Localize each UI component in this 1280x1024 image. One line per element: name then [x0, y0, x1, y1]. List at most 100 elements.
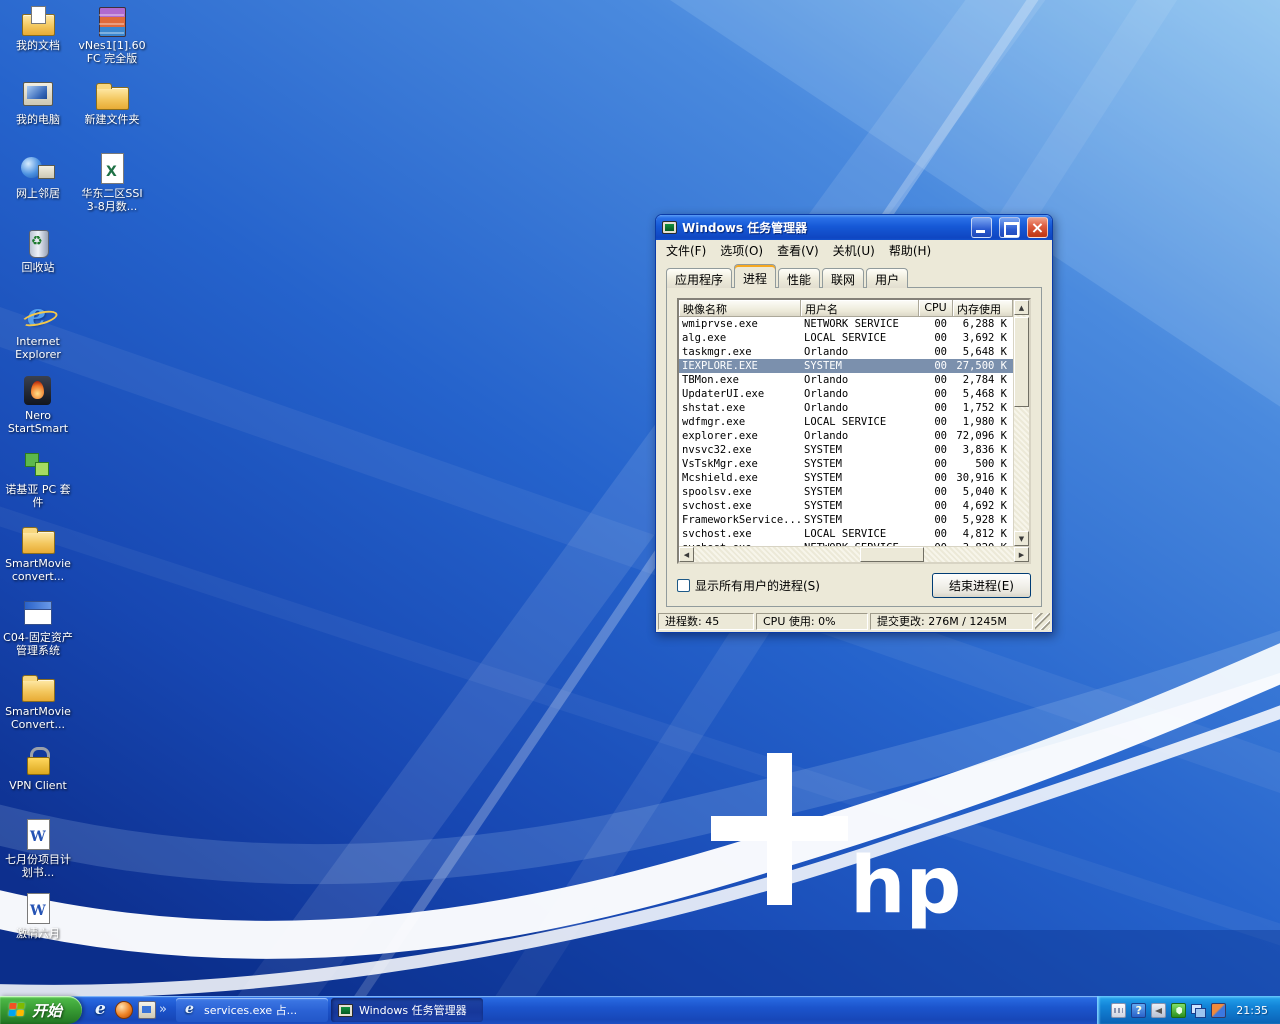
process-row[interactable]: svchost.exeLOCAL SERVICE004,812 K	[679, 527, 1013, 541]
desktop-icon[interactable]: Internet Explorer	[2, 300, 74, 374]
antivirus-icon[interactable]	[1171, 1003, 1186, 1018]
desktop-icon-label: 我的电脑	[2, 114, 74, 127]
processes-tab-page: 映像名称用户名CPU内存使用 wmiprvse.exeNETWORK SERVI…	[666, 287, 1042, 607]
desktop-icon-label: 回收站	[2, 262, 74, 275]
process-row[interactable]: Mcshield.exeSYSTEM0030,916 K	[679, 471, 1013, 485]
desktop-icon[interactable]: 我的文档	[2, 4, 74, 78]
network-tray-icon[interactable]	[1191, 1003, 1206, 1018]
process-user: LOCAL SERVICE	[801, 415, 919, 429]
desktop-icon[interactable]: 华东二区SSI 3-8月数...	[76, 152, 148, 226]
menu-item[interactable]: 关机(U)	[826, 240, 882, 261]
clock[interactable]: 21:35	[1236, 1004, 1268, 1017]
process-cpu: 00	[919, 471, 953, 485]
checkbox[interactable]	[677, 579, 690, 592]
process-row[interactable]: UpdaterUI.exeOrlando005,468 K	[679, 387, 1013, 401]
process-row[interactable]: wdfmgr.exeLOCAL SERVICE001,980 K	[679, 415, 1013, 429]
minimize-button[interactable]	[971, 217, 992, 238]
taskbar-window-button[interactable]: Windows 任务管理器	[331, 998, 483, 1022]
tab-item[interactable]: 用户	[866, 268, 908, 288]
process-user: Orlando	[801, 387, 919, 401]
desktop-icon[interactable]: SmartMovie Convert...	[2, 670, 74, 744]
tab-item[interactable]: 进程	[734, 264, 776, 288]
scrollbar-thumb[interactable]	[1014, 317, 1029, 407]
end-process-button[interactable]: 结束进程(E)	[932, 573, 1031, 598]
desktop-icon-label: Nero StartSmart	[2, 410, 74, 436]
scroll-right-button[interactable]: ▶	[1014, 547, 1029, 562]
column-header[interactable]: 映像名称	[679, 300, 801, 317]
taskbar-window-buttons: services.exe 占...Windows 任务管理器	[172, 996, 1093, 1024]
process-row[interactable]: explorer.exeOrlando0072,096 K	[679, 429, 1013, 443]
menu-item[interactable]: 文件(F)	[659, 240, 713, 261]
column-header[interactable]: 用户名	[801, 300, 919, 317]
scrollbar-track[interactable]	[1014, 315, 1029, 531]
desktop-icon[interactable]: 网上邻居	[2, 152, 74, 226]
scrollbar-thumb[interactable]	[860, 547, 924, 562]
process-mem: 1,980 K	[953, 415, 1013, 429]
quick-launch-chevron-icon[interactable]: »	[159, 1002, 172, 1019]
start-button[interactable]: 开始	[0, 996, 82, 1024]
scrollbar-track[interactable]	[694, 547, 1014, 562]
desktop-icon[interactable]: C04-固定资产管理系统	[2, 596, 74, 670]
menu-item[interactable]: 帮助(H)	[882, 240, 938, 261]
task-manager-titlebar[interactable]: Windows 任务管理器	[656, 215, 1052, 240]
desktop-icon[interactable]: 新建文件夹	[76, 78, 148, 152]
process-row[interactable]: taskmgr.exeOrlando005,648 K	[679, 345, 1013, 359]
maximize-button[interactable]	[999, 217, 1020, 238]
process-cpu: 00	[919, 331, 953, 345]
process-name: wdfmgr.exe	[679, 415, 801, 429]
column-header[interactable]: CPU	[919, 300, 953, 317]
process-row[interactable]: IEXPLORE.EXESYSTEM0027,500 K	[679, 359, 1013, 373]
show-all-processes-checkbox[interactable]: 显示所有用户的进程(S)	[677, 577, 820, 594]
taskbar: 开始 » services.exe 占...Windows 任务管理器 21:3…	[0, 996, 1280, 1024]
display-settings-icon[interactable]	[1211, 1003, 1226, 1018]
process-user: NETWORK SERVICE	[801, 317, 919, 331]
keyboard-icon[interactable]	[1111, 1003, 1126, 1018]
media-player-icon[interactable]	[115, 1001, 133, 1019]
desktop-icon[interactable]: Nero StartSmart	[2, 374, 74, 448]
process-row[interactable]: VsTskMgr.exeSYSTEM00500 K	[679, 457, 1013, 471]
desktop-icon[interactable]: VPN Client	[2, 744, 74, 818]
volume-icon[interactable]	[1151, 1003, 1166, 1018]
show-desktop-icon[interactable]	[138, 1001, 156, 1019]
desktop-icon[interactable]: vNes1[1].60 FC 完全版	[76, 4, 148, 78]
taskbar-window-button[interactable]: services.exe 占...	[176, 998, 328, 1022]
desktop-icon[interactable]: 七月份项目计划书...	[2, 818, 74, 892]
process-name: UpdaterUI.exe	[679, 387, 801, 401]
process-row[interactable]: shstat.exeOrlando001,752 K	[679, 401, 1013, 415]
tab-item[interactable]: 应用程序	[666, 268, 732, 288]
help-icon[interactable]	[1131, 1003, 1146, 1018]
desktop-icon[interactable]: 我的电脑	[2, 78, 74, 152]
menu-item[interactable]: 选项(O)	[713, 240, 770, 261]
desktop-icon[interactable]: 激情六月	[2, 892, 74, 966]
process-row[interactable]: spoolsv.exeSYSTEM005,040 K	[679, 485, 1013, 499]
scroll-up-button[interactable]: ▲	[1014, 300, 1029, 315]
process-row[interactable]: nvsvc32.exeSYSTEM003,836 K	[679, 443, 1013, 457]
desktop-icon-column-1: 我的文档我的电脑网上邻居回收站 Internet Explorer Nero Sta…	[2, 4, 74, 966]
vertical-scrollbar[interactable]: ▲ ▼	[1013, 300, 1029, 546]
desktop-icon[interactable]: 回收站	[2, 226, 74, 300]
horizontal-scrollbar[interactable]: ◀ ▶	[679, 546, 1029, 562]
process-row[interactable]: alg.exeLOCAL SERVICE003,692 K	[679, 331, 1013, 345]
process-mem: 4,692 K	[953, 499, 1013, 513]
process-row[interactable]: wmiprvse.exeNETWORK SERVICE006,288 K	[679, 317, 1013, 331]
internet-explorer-icon	[20, 300, 56, 334]
process-row[interactable]: TBMon.exeOrlando002,784 K	[679, 373, 1013, 387]
desktop-icon[interactable]: SmartMovie convert...	[2, 522, 74, 596]
tab-item[interactable]: 联网	[822, 268, 864, 288]
menu-item[interactable]: 查看(V)	[770, 240, 826, 261]
process-row[interactable]: FrameworkService...SYSTEM005,928 K	[679, 513, 1013, 527]
process-row[interactable]: svchost.exeSYSTEM004,692 K	[679, 499, 1013, 513]
status-process-count: 进程数: 45	[658, 613, 754, 630]
internet-explorer-icon[interactable]	[92, 1001, 110, 1019]
process-cpu: 00	[919, 415, 953, 429]
scroll-left-button[interactable]: ◀	[679, 547, 694, 562]
close-button[interactable]	[1027, 217, 1048, 238]
desktop-icon[interactable]: 诺基亚 PC 套件	[2, 448, 74, 522]
process-user: Orlando	[801, 429, 919, 443]
system-tray: 21:35	[1097, 996, 1280, 1024]
tab-item[interactable]: 性能	[778, 268, 820, 288]
desktop-icon-label: 七月份项目计划书...	[2, 854, 74, 880]
resize-grip[interactable]	[1035, 613, 1050, 630]
column-header[interactable]: 内存使用	[953, 300, 1013, 317]
scroll-down-button[interactable]: ▼	[1014, 531, 1029, 546]
